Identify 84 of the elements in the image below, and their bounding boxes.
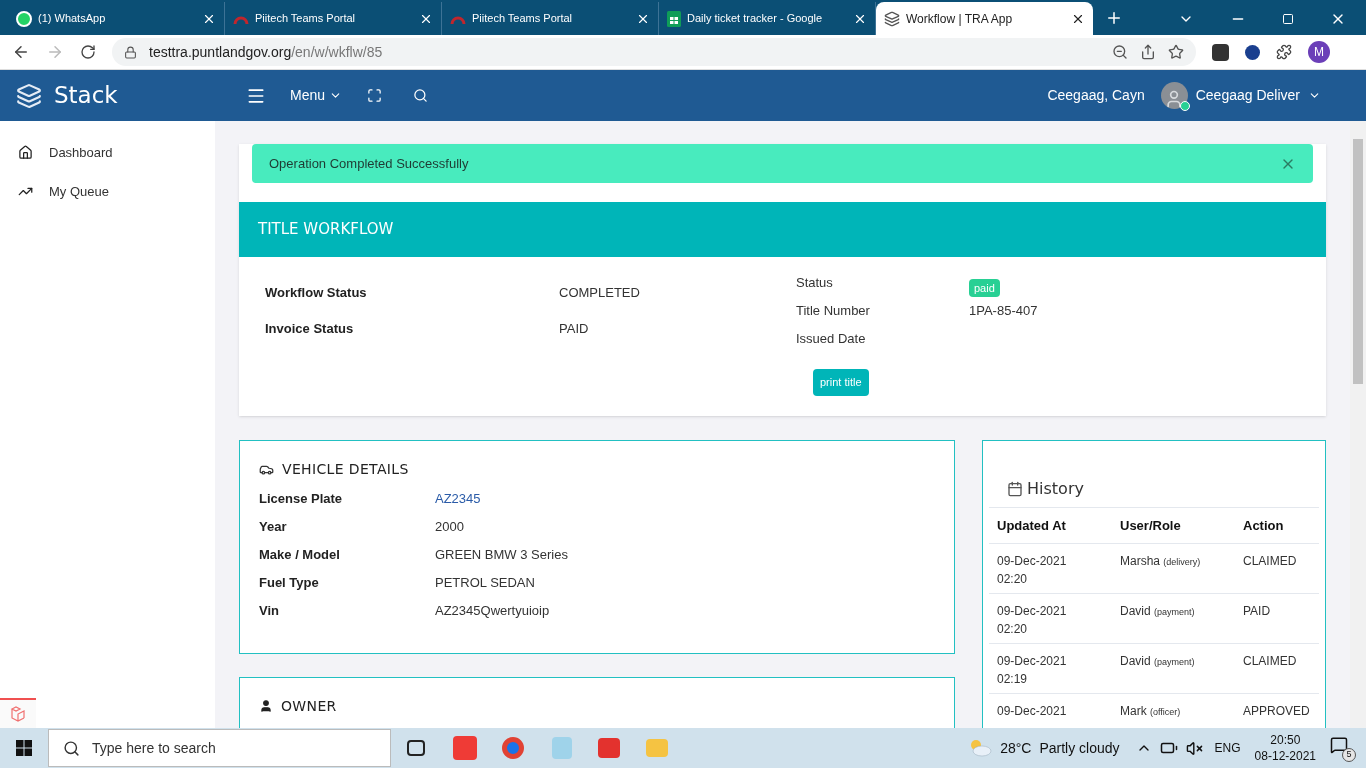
field-label: Issued Date [796, 330, 867, 349]
scrollbar[interactable] [1350, 121, 1366, 728]
field-label: License Plate [259, 490, 344, 509]
spreadsheet-icon [667, 10, 681, 27]
share-icon[interactable] [1140, 44, 1156, 60]
account-dropdown[interactable]: Ceegaag Deliver [1195, 85, 1321, 106]
field-label: Year [259, 518, 288, 537]
field-label: Title Number [796, 302, 871, 321]
table-cell-text: Marsha (delivery) [1120, 553, 1202, 570]
taskbar-search[interactable]: Type here to search [48, 729, 391, 767]
cube-icon[interactable] [0, 698, 36, 728]
back-icon[interactable] [12, 43, 30, 61]
search-icon [63, 739, 80, 757]
language-indicator[interactable]: ENG [1214, 739, 1241, 757]
extension-icon[interactable] [1212, 43, 1229, 61]
search-icon[interactable] [413, 88, 429, 103]
menu-dropdown[interactable]: Menu [290, 85, 343, 106]
field-value: PETROL SEDAN [435, 574, 535, 593]
table-cell-text: David (payment) [1120, 603, 1196, 620]
calendar-icon [1007, 480, 1023, 497]
table-cell-text: CLAIMED [1243, 553, 1297, 570]
weather-text: Partly cloudy [1039, 738, 1120, 758]
extension-icon[interactable] [1245, 44, 1260, 60]
column-header: User/Role [1120, 516, 1182, 535]
field-label: Fuel Type [259, 574, 320, 593]
table-cell-text: 02:20 [997, 571, 1029, 588]
clock[interactable]: 20:50 08-12-2021 [1254, 732, 1316, 764]
address-bar[interactable]: testtra.puntlandgov.org/en/w/wkflw/85 [112, 38, 1196, 66]
table-cell-text: 02:20 [997, 621, 1029, 638]
plate-link[interactable]: AZ2345 [435, 489, 481, 509]
bookmark-icon[interactable] [1168, 44, 1184, 60]
column-header: Action [1243, 516, 1284, 535]
message-icon [1330, 736, 1348, 754]
extensions-icon[interactable] [1276, 44, 1292, 60]
reload-icon[interactable] [80, 44, 96, 60]
logo-icon [16, 82, 42, 109]
field-label: Make / Model [259, 546, 341, 565]
task-view-icon[interactable] [407, 740, 425, 756]
status-badge: paid [969, 278, 1000, 298]
windows-icon[interactable] [16, 740, 32, 756]
table-cell-text: Mark (officer) [1120, 703, 1182, 720]
field-value: 1PA-85-407 [969, 302, 1038, 321]
brand-name: Stack [54, 81, 118, 111]
table-cell-text: 09-Dec-2021 [997, 653, 1068, 670]
field-value: COMPLETED [559, 284, 640, 302]
table-cell-text: David (payment) [1120, 653, 1196, 670]
browser-tab[interactable]: Workflow | TRA App [876, 2, 1093, 35]
sidebar-item[interactable]: Dashboard [0, 143, 215, 163]
field-label: Status [796, 274, 834, 293]
home-icon [18, 145, 33, 161]
field-label: Vin [259, 602, 280, 621]
user-name: Ceegaag, Cayn [1047, 86, 1145, 105]
notification-count: 5 [1342, 748, 1356, 762]
table-cell-text: 09-Dec-2021 [997, 703, 1068, 720]
card-title: OWNER [281, 696, 337, 716]
table-cell-text: CLAIMED [1243, 653, 1297, 670]
field-label: Workflow Status [265, 284, 368, 302]
table-cell-text: APPROVED [1243, 703, 1310, 720]
temperature: 28°C [1000, 738, 1032, 758]
lock-icon [124, 45, 137, 59]
field-label: Invoice Status [265, 319, 355, 338]
fullscreen-icon[interactable] [367, 88, 383, 103]
table-cell-text: 09-Dec-2021 [997, 553, 1068, 570]
field-value: 2000 [435, 518, 464, 537]
section-header: TITLE WORKFLOW [239, 202, 1326, 257]
table-cell-text: 09-Dec-2021 [997, 603, 1068, 620]
field-value: PAID [559, 319, 589, 338]
profile-avatar[interactable]: M [1308, 41, 1330, 63]
new-tab-icon[interactable] [1105, 9, 1123, 27]
column-header: Updated At [997, 516, 1067, 535]
zoom-icon[interactable] [1112, 44, 1128, 60]
mute-icon[interactable] [1185, 739, 1203, 757]
sidebar-item[interactable]: My Queue [0, 181, 215, 201]
restore-icon[interactable] [1282, 13, 1294, 25]
person-icon [259, 699, 273, 713]
card-title: History [1027, 477, 1084, 500]
table-cell-text: PAID [1243, 603, 1271, 620]
card-title: VEHICLE DETAILS [282, 459, 409, 479]
avatar[interactable] [1160, 82, 1188, 109]
table-cell-text: 02:19 [997, 671, 1029, 688]
success-alert: Operation Completed Successfully [252, 144, 1313, 183]
field-value: AZ2345Qwertyuioip [435, 602, 550, 621]
field-value: GREEN BMW 3 Series [435, 546, 568, 565]
layers-icon [884, 10, 900, 27]
